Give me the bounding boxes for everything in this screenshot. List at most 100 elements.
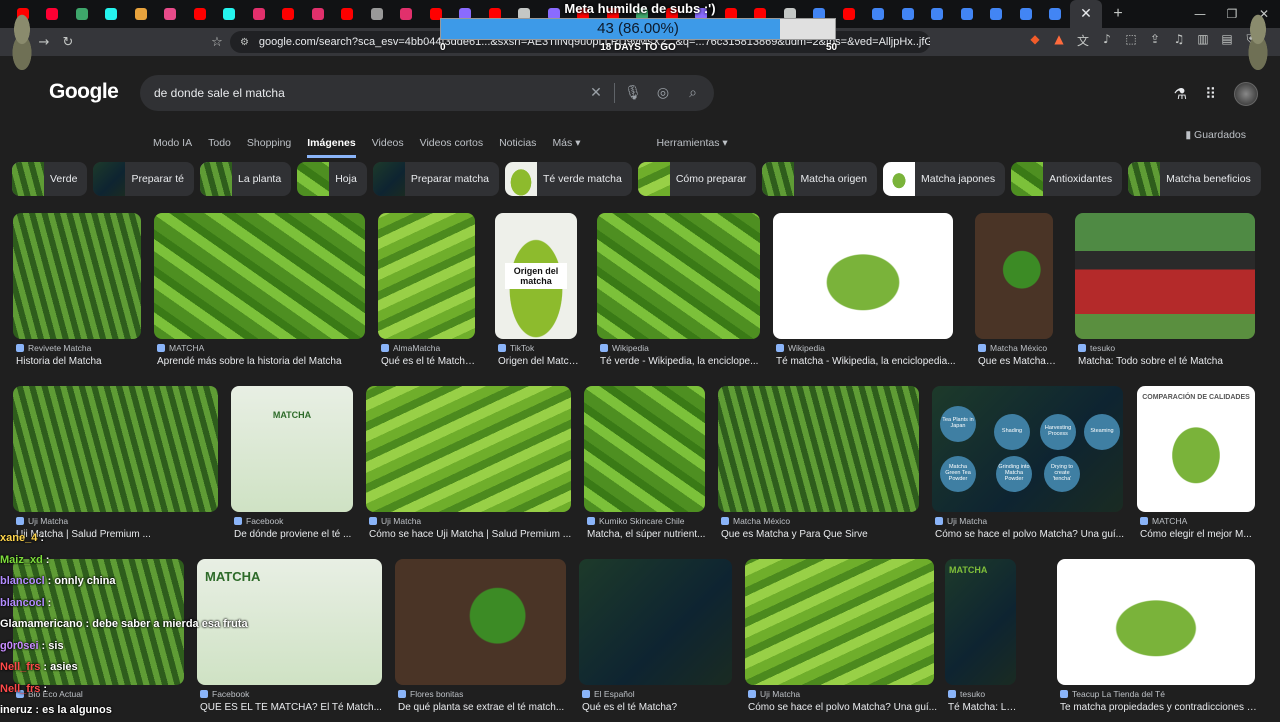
filter-chip[interactable]: Antioxidantes xyxy=(1011,162,1123,196)
browser-tab[interactable] xyxy=(864,0,894,28)
filter-chip[interactable]: Preparar té xyxy=(93,162,194,196)
tab-shopping[interactable]: Shopping xyxy=(247,137,291,149)
result-source[interactable]: Flores bonitas xyxy=(398,689,463,699)
result-source[interactable]: El Español xyxy=(582,689,635,699)
translate-icon[interactable]: 文 xyxy=(1074,32,1092,49)
result-source[interactable]: Wikipedia xyxy=(600,343,649,353)
result-title[interactable]: Cómo se hace Uji Matcha | Salud Premium … xyxy=(369,529,574,540)
audio-icon[interactable]: ♪ xyxy=(1098,32,1116,49)
browser-tab[interactable] xyxy=(805,0,835,28)
result-title[interactable]: De qué planta se extrae el té match... xyxy=(398,702,569,713)
labs-icon[interactable]: ⚗ xyxy=(1174,85,1187,103)
filter-chip[interactable]: Cómo preparar xyxy=(637,162,757,196)
browser-tab[interactable] xyxy=(628,0,658,28)
result-thumbnail[interactable]: COMPARACIÓN DE CALIDADES xyxy=(1137,386,1255,512)
media-icon[interactable]: ♫ xyxy=(1170,32,1188,49)
result-thumbnail[interactable]: Origen del matcha xyxy=(495,213,577,339)
filter-chip[interactable]: Verde xyxy=(12,162,88,196)
google-logo[interactable]: Google xyxy=(49,80,119,104)
result-source[interactable]: Kumiko Skincare Chile xyxy=(587,516,685,526)
result-title[interactable]: Qué es el té Matcha... xyxy=(381,356,478,367)
result-title[interactable]: Cómo elegir el mejor M... xyxy=(1140,529,1258,540)
result-thumbnail[interactable] xyxy=(154,213,365,339)
tab-close-icon[interactable]: ✕ xyxy=(1080,6,1092,22)
browser-tab[interactable] xyxy=(333,0,363,28)
filter-chip[interactable]: Hoja xyxy=(297,162,367,196)
result-title[interactable]: Matcha, el súper nutrient... xyxy=(587,529,708,540)
extensions-icon[interactable]: ⬚ xyxy=(1122,32,1140,49)
result-source[interactable]: Uji Matcha xyxy=(16,516,68,526)
search-icon[interactable]: ⌕ xyxy=(678,85,708,101)
result-source[interactable]: TikTok xyxy=(498,343,534,353)
result-title[interactable]: Matcha: Todo sobre el té Matcha xyxy=(1078,356,1258,367)
browser-tab[interactable] xyxy=(657,0,687,28)
browser-tab[interactable] xyxy=(362,0,392,28)
result-thumbnail[interactable] xyxy=(773,213,953,339)
filter-chip[interactable]: Té verde matcha xyxy=(505,162,632,196)
browser-tab[interactable] xyxy=(67,0,97,28)
result-title[interactable]: Qué es el té Matcha? xyxy=(582,702,735,713)
result-source[interactable]: Facebook xyxy=(234,516,283,526)
lens-icon[interactable]: ◎ xyxy=(648,85,678,101)
result-source[interactable]: Teacup La Tienda del Té xyxy=(1060,689,1165,699)
browser-tab[interactable] xyxy=(244,0,274,28)
result-source[interactable]: Wikipedia xyxy=(776,343,825,353)
browser-tab[interactable] xyxy=(451,0,481,28)
result-thumbnail[interactable] xyxy=(395,559,566,685)
browser-tab[interactable] xyxy=(598,0,628,28)
result-source[interactable]: tesuko xyxy=(948,689,985,699)
tools-button[interactable]: Herramientas ▾ xyxy=(656,137,727,149)
result-title[interactable]: Té matcha - Wikipedia, la enciclopedia..… xyxy=(776,356,956,367)
minimize-icon[interactable]: — xyxy=(1184,7,1216,21)
browser-tab[interactable] xyxy=(421,0,451,28)
reload-icon[interactable]: ↻ xyxy=(56,35,80,50)
result-thumbnail[interactable]: Tea Plants in Japan Shading Harvesting Pro… xyxy=(932,386,1123,512)
result-title[interactable]: Origen del Matcha:... xyxy=(498,356,580,367)
tab-im-genes[interactable]: Imágenes xyxy=(307,137,356,158)
result-thumbnail[interactable] xyxy=(579,559,732,685)
site-info-icon[interactable]: ⚙ xyxy=(238,37,251,48)
result-source[interactable]: Revivete Matcha xyxy=(16,343,91,353)
result-thumbnail[interactable] xyxy=(378,213,475,339)
result-title[interactable]: Cómo se hace el polvo Matcha? Una guí... xyxy=(935,529,1126,540)
filter-chip[interactable]: Matcha japones xyxy=(882,162,1006,196)
bookmark-icon[interactable]: ☆ xyxy=(205,35,229,50)
browser-tab[interactable] xyxy=(746,0,776,28)
browser-tab[interactable] xyxy=(1011,0,1041,28)
result-title[interactable]: Historia del Matcha xyxy=(16,356,144,367)
result-title[interactable]: Que es Matcha y Para Que Sirve xyxy=(721,529,922,540)
result-title[interactable]: Té Matcha: Los 5 ... xyxy=(948,702,1019,713)
filter-chip[interactable]: Matcha origen xyxy=(762,162,877,196)
result-source[interactable]: tesuko xyxy=(1078,343,1115,353)
filter-chip[interactable]: La planta xyxy=(199,162,292,196)
share-icon[interactable]: ⇪ xyxy=(1146,32,1164,49)
browser-tab[interactable] xyxy=(185,0,215,28)
browser-tab[interactable] xyxy=(156,0,186,28)
browser-tab[interactable] xyxy=(392,0,422,28)
browser-tab[interactable] xyxy=(834,0,864,28)
result-thumbnail[interactable] xyxy=(975,213,1053,339)
browser-tab[interactable] xyxy=(97,0,127,28)
result-thumbnail[interactable] xyxy=(1075,213,1255,339)
browser-tab[interactable] xyxy=(303,0,333,28)
clear-icon[interactable]: ✕ xyxy=(581,85,611,101)
browser-tab-active[interactable]: ✕ xyxy=(1070,0,1102,28)
browser-tab[interactable] xyxy=(569,0,599,28)
tab-noticias[interactable]: Noticias xyxy=(499,137,536,149)
microphone-icon[interactable]: 🎙 xyxy=(618,85,648,101)
result-title[interactable]: Cómo se hace el polvo Matcha? Una guí... xyxy=(748,702,937,713)
search-input[interactable]: de donde sale el matcha xyxy=(154,86,581,100)
rewards-icon[interactable]: ▲ xyxy=(1050,32,1068,49)
result-title[interactable]: Aprendé más sobre la historia del Matcha xyxy=(157,356,368,367)
result-source[interactable]: MATCHA xyxy=(157,343,204,353)
filter-chip[interactable]: Matcha beneficios xyxy=(1128,162,1261,196)
browser-tab[interactable] xyxy=(539,0,569,28)
apps-grid-icon[interactable]: ⠿ xyxy=(1205,85,1216,103)
result-thumbnail[interactable] xyxy=(1057,559,1255,685)
tab-videos-cortos[interactable]: Videos cortos xyxy=(420,137,483,149)
browser-tab[interactable] xyxy=(952,0,982,28)
browser-tab[interactable] xyxy=(510,0,540,28)
browser-tab[interactable] xyxy=(687,0,717,28)
browser-tab[interactable] xyxy=(893,0,923,28)
browser-tab[interactable] xyxy=(126,0,156,28)
